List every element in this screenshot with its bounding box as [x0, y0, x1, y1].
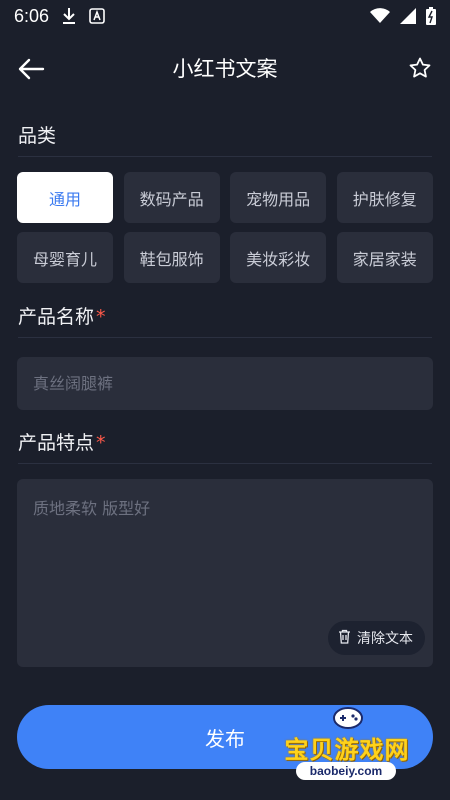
- clear-text-label: 清除文本: [357, 631, 413, 647]
- product-name-label: 产品名称 *: [18, 302, 106, 329]
- category-grid: 通用 数码产品 宠物用品 护肤修复 母婴育儿 鞋包服饰 美妆彩妆 家居家装: [17, 172, 433, 283]
- required-mark: *: [96, 432, 106, 454]
- battery-icon: [426, 7, 436, 25]
- watermark-text: 宝贝游戏网: [284, 736, 410, 764]
- category-chip-label: 美妆彩妆: [246, 249, 311, 269]
- category-chip-label: 护肤修复: [352, 189, 417, 209]
- category-chip-label: 鞋包服饰: [139, 249, 204, 269]
- required-mark: *: [96, 306, 106, 328]
- star-icon[interactable]: [408, 56, 434, 82]
- category-chip-label: 宠物用品: [246, 189, 311, 209]
- divider: [18, 337, 432, 338]
- product-features-field: 清除文本: [17, 479, 433, 667]
- category-chip-baby[interactable]: 母婴育儿: [17, 232, 113, 283]
- top-app-bar: 小红书文案: [0, 38, 450, 98]
- product-name-input[interactable]: [17, 357, 433, 410]
- watermark: 宝贝游戏网 baobeiy.com: [272, 700, 422, 790]
- trash-icon: [338, 629, 351, 648]
- category-chip-label: 数码产品: [139, 189, 204, 209]
- product-features-label-text: 产品特点: [18, 432, 95, 454]
- category-chip-digital[interactable]: 数码产品: [123, 172, 220, 223]
- product-name-label-text: 产品名称: [18, 306, 95, 328]
- publish-label: 发布: [205, 726, 245, 751]
- category-label: 品类: [18, 125, 57, 147]
- gamepad-icon: [330, 704, 366, 732]
- status-bar: 6:06: [0, 0, 450, 32]
- download-icon: [61, 7, 77, 25]
- category-chip-apparel[interactable]: 鞋包服饰: [123, 232, 220, 283]
- category-chip-skincare[interactable]: 护肤修复: [336, 172, 433, 223]
- clear-text-button[interactable]: 清除文本: [328, 621, 425, 655]
- cellular-icon: [400, 8, 416, 24]
- category-chip-label: 母婴育儿: [32, 249, 97, 269]
- divider: [18, 463, 432, 464]
- wifi-icon: [370, 8, 390, 24]
- category-chip-pet[interactable]: 宠物用品: [230, 172, 327, 223]
- category-chip-makeup[interactable]: 美妆彩妆: [230, 232, 327, 283]
- a-icon: [89, 8, 105, 24]
- status-time: 6:06: [14, 5, 50, 26]
- category-chip-label: 通用: [48, 189, 81, 209]
- category-chip-general[interactable]: 通用: [17, 172, 113, 223]
- divider: [18, 156, 432, 157]
- category-chip-label: 家居家装: [352, 249, 417, 269]
- product-features-label: 产品特点 *: [18, 428, 106, 455]
- page-title: 小红书文案: [172, 57, 278, 81]
- back-arrow-icon[interactable]: [16, 54, 46, 84]
- watermark-url: baobeiy.com: [296, 762, 396, 780]
- category-chip-home[interactable]: 家居家装: [336, 232, 433, 283]
